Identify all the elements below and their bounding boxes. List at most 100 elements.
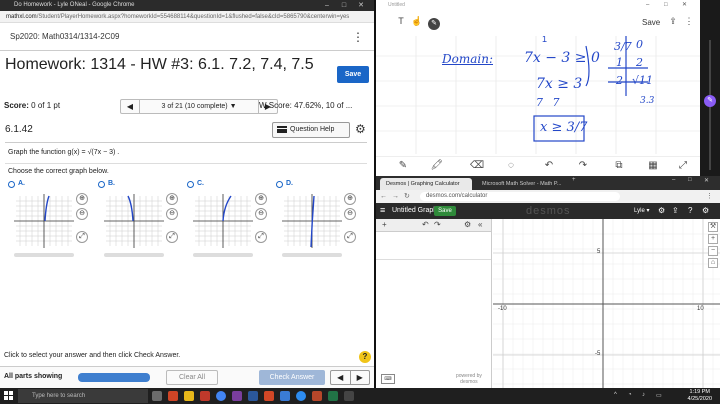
share-icon[interactable]: ⇪ [666,16,680,27]
zoom-in-icon[interactable]: ⊕ [344,193,356,205]
task-view-icon[interactable] [152,391,162,401]
redo-icon[interactable]: ↷ [576,160,590,171]
expand-icon[interactable]: ⤢ [255,231,267,243]
tab-desmos[interactable]: Desmos | Graphing Calculator [380,178,472,190]
help-icon[interactable]: ? [688,206,692,215]
reload-icon[interactable]: ↻ [404,190,410,203]
radio-d[interactable] [276,181,283,188]
desmos-save-button[interactable]: Save [434,206,456,216]
highlighter-icon[interactable]: 🖍 [430,160,444,171]
excel-icon[interactable] [328,391,338,401]
windows-start-icon[interactable] [4,391,14,401]
zoom-out-icon[interactable]: ⊖ [344,208,356,220]
volume-icon[interactable]: ♪ [642,392,650,400]
zoom-in-icon[interactable]: ⊕ [166,193,178,205]
keyboard-icon[interactable]: ⌨ [381,374,395,384]
url-field[interactable]: desmos.com/calculator [420,192,620,201]
maximize-icon[interactable]: □ [337,0,351,11]
zoom-in-icon[interactable]: + [708,234,718,244]
ink-canvas[interactable]: Domain: 7x − 3 ≥ 0 7x ≥ 3 7 7 x ≥ 3/7 3/… [376,36,700,154]
redo-icon[interactable]: ↷ [434,220,441,229]
expression-row[interactable] [376,232,491,260]
zoom-in-icon[interactable]: ⊕ [76,193,88,205]
settings-icon[interactable]: ⚙ [464,220,471,229]
undo-icon[interactable]: ↶ [542,160,556,171]
taskbar-clock[interactable]: 1:19 PM 4/25/2020 [688,389,712,403]
chrome-icon[interactable] [216,391,226,401]
lasso-icon[interactable]: ◌ [504,160,518,171]
add-expression-icon[interactable]: + [382,220,387,229]
powerpoint-icon[interactable] [264,391,274,401]
prev-question-button[interactable]: ◀ [121,100,139,113]
word-icon[interactable] [248,391,258,401]
help-icon[interactable]: ? [359,351,371,363]
language-icon[interactable]: ⚙ [658,206,665,215]
minimize-icon[interactable]: – [646,0,649,10]
close-icon[interactable]: ✕ [682,0,687,10]
maximize-icon[interactable]: □ [664,0,668,10]
back-icon[interactable]: ← [380,190,387,203]
new-tab-icon[interactable]: + [572,177,576,183]
user-menu[interactable]: Lyle ▾ [634,207,649,214]
app-icon[interactable] [280,391,290,401]
grid-icon[interactable]: ▦ [646,160,660,171]
choice-c[interactable]: C. ⊕ ⊖ ⤢ [187,180,271,261]
share-icon[interactable]: ⇪ [672,206,679,215]
next-icon[interactable]: ▶ [349,371,370,384]
graph-paper[interactable]: -10 10 5 -5 ⚒ + − ⌂ [493,219,720,388]
menu-icon[interactable]: ⋮ [706,190,713,203]
undo-icon[interactable]: ↶ [422,220,429,229]
radio-c[interactable] [187,181,194,188]
zoom-out-icon[interactable]: − [708,246,718,256]
layers-icon[interactable]: ⧉ [612,160,626,171]
more-icon[interactable]: ⋮ [682,16,696,27]
radio-a[interactable] [8,181,15,188]
zoom-out-icon[interactable]: ⊖ [76,208,88,220]
check-answer-button[interactable]: Check Answer [259,370,325,385]
pen-icon[interactable]: ✎ [396,160,410,171]
zoom-in-icon[interactable]: ⊕ [255,193,267,205]
address-bar[interactable]: mathxl.com/Student/PlayerHomework.aspx?h… [0,11,374,23]
settings-icon[interactable]: ⚙ [702,206,709,215]
scrollbar[interactable] [14,253,74,257]
choice-b[interactable]: B. ⊕ ⊖ ⤢ [98,180,182,261]
radio-b[interactable] [98,181,105,188]
draw-icon[interactable]: ✎ [428,18,440,30]
expand-icon[interactable]: ⤢ [76,231,88,243]
tray-chevron-icon[interactable]: ^ [614,392,622,400]
graph-title[interactable]: Untitled Graph [392,207,437,214]
office-icon[interactable] [168,391,178,401]
gear-icon[interactable]: ⚙ [355,122,366,136]
maximize-icon[interactable]: □ [688,177,692,183]
close-icon[interactable]: ✕ [704,177,709,184]
zoom-out-icon[interactable]: ⊖ [166,208,178,220]
edge-icon[interactable] [296,391,306,401]
choice-a[interactable]: A. ⊕ ⊖ ⤢ [8,180,92,261]
hamburger-icon[interactable]: ≡ [380,206,385,215]
minimize-icon[interactable]: – [320,0,334,11]
prev-icon[interactable]: ◀ [331,371,350,384]
battery-icon[interactable]: ▭ [656,392,664,400]
pen-color-knob[interactable]: ✎ [704,95,716,107]
tab-math-solver[interactable]: Microsoft Math Solver - Math P... [476,178,564,190]
home-icon[interactable]: ⌂ [708,258,718,268]
save-button[interactable]: Save [337,66,369,83]
file-explorer-icon[interactable] [184,391,194,401]
onenote-icon[interactable] [232,391,242,401]
expand-icon[interactable]: ⤢ [676,160,690,171]
eraser-icon[interactable]: ⌫ [470,160,484,171]
expand-icon[interactable]: ⤢ [344,231,356,243]
collapse-icon[interactable]: « [478,220,482,229]
forward-icon[interactable]: → [392,190,399,203]
expand-icon[interactable]: ⤢ [166,231,178,243]
scrollbar[interactable] [193,253,253,257]
text-tool-icon[interactable]: T [394,16,408,26]
touch-icon[interactable]: ☝ [410,16,424,27]
scrollbar[interactable] [104,253,164,257]
taskbar-search[interactable]: Type here to search [18,389,148,403]
more-options-icon[interactable]: ⋮ [352,23,364,51]
choice-d[interactable]: D. ⊕ ⊖ ⤢ [276,180,360,261]
wrench-icon[interactable]: ⚒ [708,222,718,232]
app-icon[interactable] [344,391,354,401]
minimize-icon[interactable]: – [672,177,675,183]
